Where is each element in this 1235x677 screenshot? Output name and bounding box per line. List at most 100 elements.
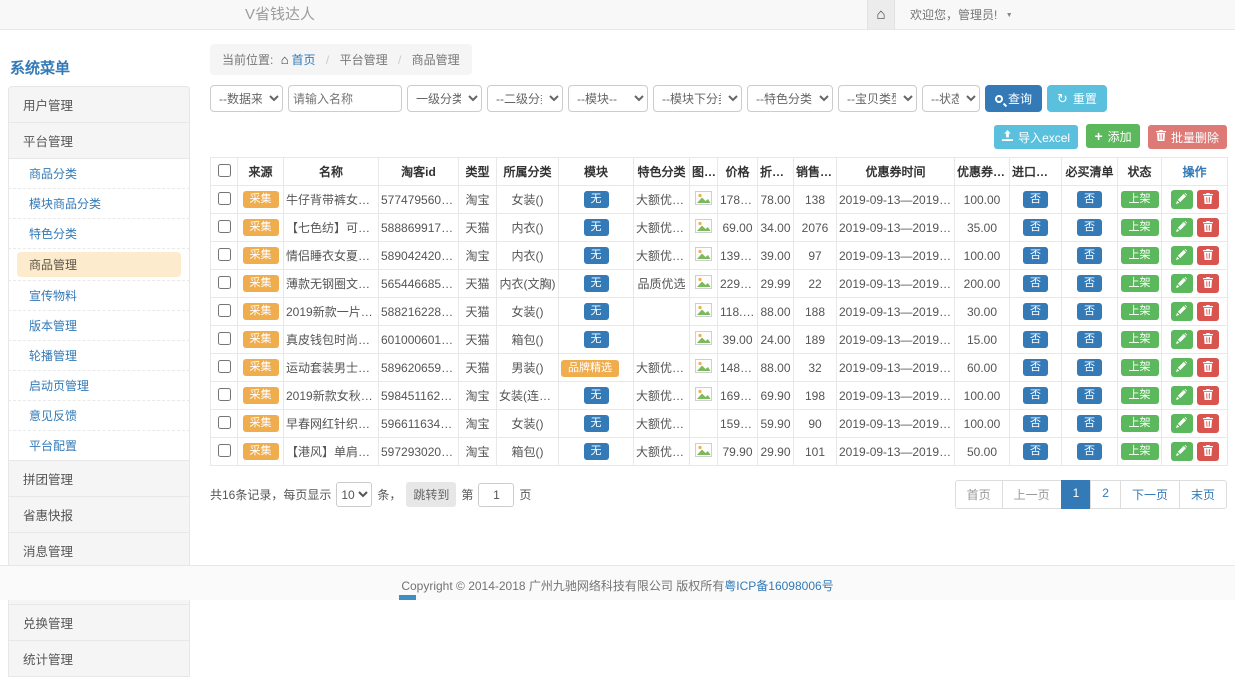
imported-toggle[interactable]: 否 <box>1023 359 1048 376</box>
page-button[interactable]: 1 <box>1061 480 1092 509</box>
page-number-input[interactable] <box>478 483 514 507</box>
add-button[interactable]: + 添加 <box>1086 124 1139 148</box>
edit-button[interactable] <box>1171 358 1193 377</box>
jump-button[interactable]: 跳转到 <box>406 482 456 507</box>
page-button[interactable]: 上一页 <box>1002 480 1062 509</box>
status-toggle[interactable]: 上架 <box>1121 219 1159 236</box>
must-buy-toggle[interactable]: 否 <box>1077 387 1102 404</box>
delete-button[interactable] <box>1197 274 1219 293</box>
user-menu[interactable]: 欢迎您，管理员! ▼ <box>910 6 1013 23</box>
edit-button[interactable] <box>1171 442 1193 461</box>
status-toggle[interactable]: 上架 <box>1121 443 1159 460</box>
status-toggle[interactable]: 上架 <box>1121 191 1159 208</box>
must-buy-toggle[interactable]: 否 <box>1077 331 1102 348</box>
home-button[interactable]: ⌂ <box>867 0 895 29</box>
filter-select-2[interactable]: --二级分类-- <box>487 85 563 112</box>
delete-button[interactable] <box>1197 330 1219 349</box>
import-excel-button[interactable]: 导入excel <box>994 125 1078 149</box>
row-checkbox[interactable] <box>218 248 231 261</box>
sidebar-item[interactable]: 启动页管理 <box>8 371 190 401</box>
delete-button[interactable] <box>1197 218 1219 237</box>
edit-button[interactable] <box>1171 302 1193 321</box>
row-checkbox[interactable] <box>218 304 231 317</box>
must-buy-toggle[interactable]: 否 <box>1077 247 1102 264</box>
status-toggle[interactable]: 上架 <box>1121 415 1159 432</box>
delete-button[interactable] <box>1197 302 1219 321</box>
row-checkbox[interactable] <box>218 276 231 289</box>
edit-button[interactable] <box>1171 274 1193 293</box>
delete-button[interactable] <box>1197 246 1219 265</box>
status-toggle[interactable]: 上架 <box>1121 247 1159 264</box>
batch-delete-button[interactable]: 批量删除 <box>1148 125 1227 149</box>
status-toggle[interactable]: 上架 <box>1121 387 1159 404</box>
edit-button[interactable] <box>1171 246 1193 265</box>
imported-toggle[interactable]: 否 <box>1023 275 1048 292</box>
sidebar-item[interactable]: 平台配置 <box>8 431 190 461</box>
row-checkbox[interactable] <box>218 192 231 205</box>
sidebar-item[interactable]: 商品管理 <box>8 249 190 281</box>
imported-toggle[interactable]: 否 <box>1023 191 1048 208</box>
imported-toggle[interactable]: 否 <box>1023 303 1048 320</box>
row-checkbox[interactable] <box>218 416 231 429</box>
filter-select-1[interactable]: 一级分类 <box>407 85 482 112</box>
sidebar-item[interactable]: 宣传物料 <box>8 281 190 311</box>
must-buy-toggle[interactable]: 否 <box>1077 303 1102 320</box>
reset-button[interactable]: ↻ 重置 <box>1047 85 1107 112</box>
filter-select-5[interactable]: --特色分类-- <box>747 85 833 112</box>
delete-button[interactable] <box>1197 442 1219 461</box>
sidebar-item[interactable]: 统计管理 <box>8 640 190 677</box>
status-toggle[interactable]: 上架 <box>1121 331 1159 348</box>
page-button[interactable]: 2 <box>1090 480 1121 509</box>
page-button[interactable]: 末页 <box>1179 480 1227 509</box>
delete-button[interactable] <box>1197 414 1219 433</box>
filter-select-0[interactable]: --数据来源-- <box>210 85 283 112</box>
status-toggle[interactable]: 上架 <box>1121 303 1159 320</box>
imported-toggle[interactable]: 否 <box>1023 219 1048 236</box>
edit-button[interactable] <box>1171 218 1193 237</box>
row-checkbox[interactable] <box>218 360 231 373</box>
sidebar-item[interactable]: 消息管理 <box>8 532 190 569</box>
imported-toggle[interactable]: 否 <box>1023 387 1048 404</box>
search-button[interactable]: 查询 <box>985 85 1042 112</box>
breadcrumb-home-link[interactable]: 首页 <box>292 53 316 67</box>
filter-select-7[interactable]: --状态-- <box>922 85 980 112</box>
must-buy-toggle[interactable]: 否 <box>1077 415 1102 432</box>
sidebar-item[interactable]: 用户管理 <box>8 86 190 123</box>
row-checkbox[interactable] <box>218 332 231 345</box>
must-buy-toggle[interactable]: 否 <box>1077 443 1102 460</box>
must-buy-toggle[interactable]: 否 <box>1077 359 1102 376</box>
edit-button[interactable] <box>1171 330 1193 349</box>
sidebar-item[interactable]: 轮播管理 <box>8 341 190 371</box>
imported-toggle[interactable]: 否 <box>1023 331 1048 348</box>
sidebar-item[interactable]: 商品分类 <box>8 159 190 189</box>
delete-button[interactable] <box>1197 358 1219 377</box>
row-checkbox[interactable] <box>218 444 231 457</box>
sidebar-item[interactable]: 平台管理 <box>8 122 190 159</box>
imported-toggle[interactable]: 否 <box>1023 415 1048 432</box>
page-button[interactable]: 首页 <box>955 480 1003 509</box>
icp-link[interactable]: 粤ICP备16098006号 <box>724 579 833 593</box>
edit-button[interactable] <box>1171 414 1193 433</box>
name-search-input[interactable] <box>288 85 402 112</box>
imported-toggle[interactable]: 否 <box>1023 247 1048 264</box>
edit-button[interactable] <box>1171 386 1193 405</box>
sidebar-item[interactable]: 兑换管理 <box>8 604 190 641</box>
row-checkbox[interactable] <box>218 388 231 401</box>
sidebar-item[interactable]: 意见反馈 <box>8 401 190 431</box>
sidebar-item[interactable]: 省惠快报 <box>8 496 190 533</box>
status-toggle[interactable]: 上架 <box>1121 275 1159 292</box>
delete-button[interactable] <box>1197 386 1219 405</box>
per-page-select[interactable]: 10 <box>336 482 372 507</box>
must-buy-toggle[interactable]: 否 <box>1077 275 1102 292</box>
delete-button[interactable] <box>1197 190 1219 209</box>
edit-button[interactable] <box>1171 190 1193 209</box>
filter-select-6[interactable]: --宝贝类型-- <box>838 85 917 112</box>
must-buy-toggle[interactable]: 否 <box>1077 191 1102 208</box>
must-buy-toggle[interactable]: 否 <box>1077 219 1102 236</box>
page-button[interactable]: 下一页 <box>1120 480 1180 509</box>
select-all-checkbox[interactable] <box>218 164 231 177</box>
row-checkbox[interactable] <box>218 220 231 233</box>
sidebar-item[interactable]: 版本管理 <box>8 311 190 341</box>
sidebar-item[interactable]: 模块商品分类 <box>8 189 190 219</box>
imported-toggle[interactable]: 否 <box>1023 443 1048 460</box>
